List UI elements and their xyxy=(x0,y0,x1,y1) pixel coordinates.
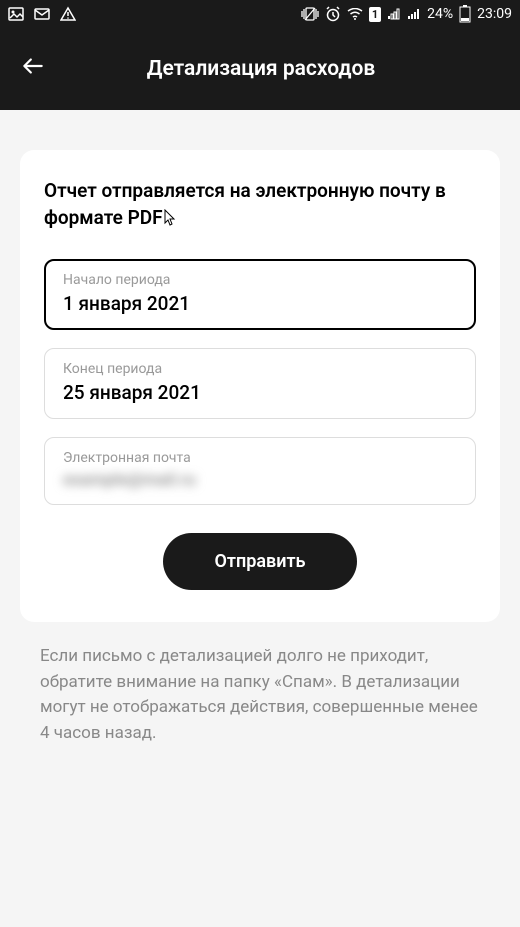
help-text: Если письмо с детализацией долго не прих… xyxy=(20,622,500,768)
status-left xyxy=(8,6,76,22)
status-right: 1 24% 23:09 xyxy=(301,5,512,23)
card-heading: Отчет отправляется на электронную почту … xyxy=(44,178,476,231)
page-title: Детализация расходов xyxy=(66,57,500,81)
wifi-icon xyxy=(347,8,363,20)
status-bar: 1 24% 23:09 xyxy=(0,0,520,28)
battery-percent: 24% xyxy=(427,6,453,22)
signal-2-icon xyxy=(407,8,421,20)
time: 23:09 xyxy=(477,6,512,22)
app-header: Детализация расходов xyxy=(0,28,520,110)
battery-icon xyxy=(459,5,471,23)
alarm-icon xyxy=(325,6,341,22)
submit-button[interactable]: Отправить xyxy=(163,533,358,590)
start-date-field[interactable]: Начало периода 1 января 2021 xyxy=(44,259,476,330)
start-date-value: 1 января 2021 xyxy=(63,292,457,315)
back-button[interactable] xyxy=(20,53,46,85)
start-date-label: Начало периода xyxy=(63,272,457,288)
email-label: Электронная почта xyxy=(63,450,457,466)
end-date-field[interactable]: Конец периода 25 января 2021 xyxy=(44,348,476,419)
warning-icon xyxy=(60,6,76,22)
signal-1-icon xyxy=(387,8,401,20)
main-content: Отчет отправляется на электронную почту … xyxy=(0,110,520,788)
email-field[interactable]: Электронная почта example@mail.ru xyxy=(44,437,476,505)
image-icon xyxy=(8,6,24,22)
vibrate-icon xyxy=(301,7,319,21)
end-date-label: Конец периода xyxy=(63,361,457,377)
report-card: Отчет отправляется на электронную почту … xyxy=(20,150,500,622)
cursor-icon xyxy=(163,208,177,235)
end-date-value: 25 января 2021 xyxy=(63,381,457,404)
email-value: example@mail.ru xyxy=(63,470,457,490)
mail-icon xyxy=(34,8,50,20)
sim-badge: 1 xyxy=(369,7,381,22)
